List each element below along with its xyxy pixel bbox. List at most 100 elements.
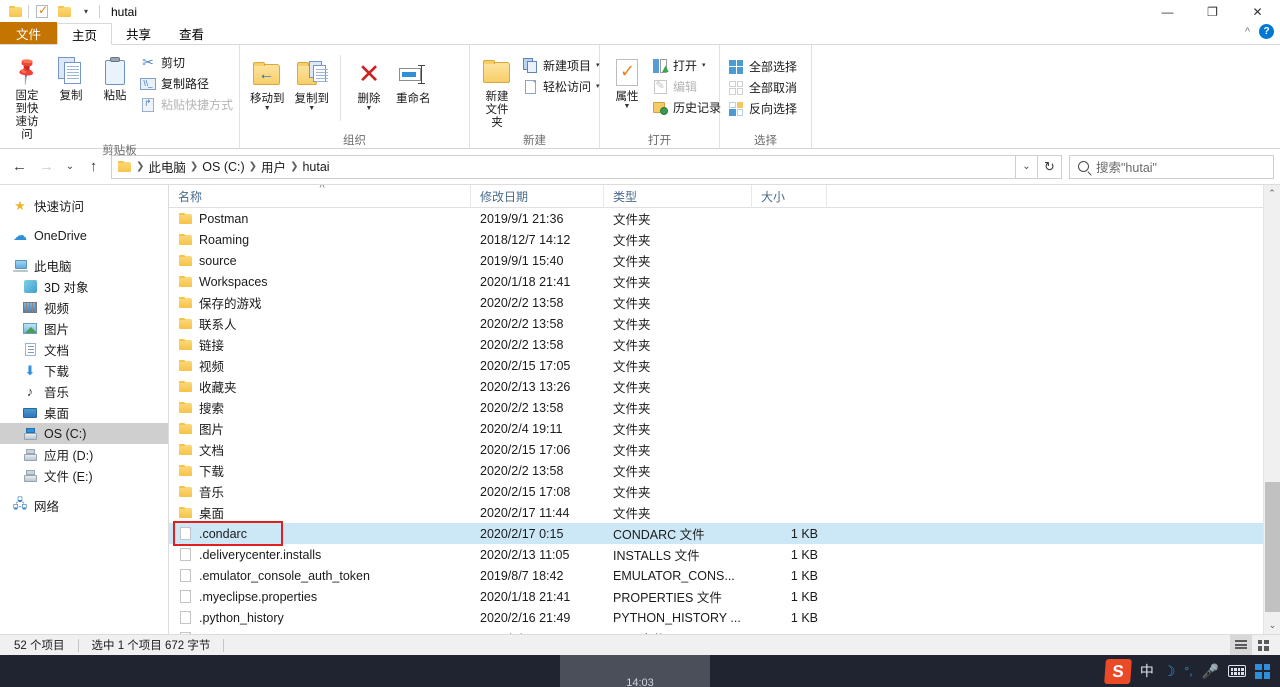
tab-home[interactable]: 主页 <box>57 23 113 45</box>
qat-customize-caret-icon[interactable]: ▾ <box>75 0 97 23</box>
paste-shortcut-button[interactable]: 粘贴快捷方式 <box>137 94 238 115</box>
restore-button[interactable]: ❐ <box>1190 0 1235 23</box>
table-row[interactable]: 桌面 2020/2/17 11:44 文件夹 <box>169 502 1280 523</box>
open-button[interactable]: ▲ 打开 ▾ <box>649 55 726 76</box>
sidebar-item-music[interactable]: ♪ 音乐 <box>0 381 168 402</box>
table-row[interactable]: NTUSER.DAT 2020/2/17 11:00DAT 文件12,800 KB <box>169 628 1280 634</box>
sidebar-item-3d-objects[interactable]: 3D 对象 <box>0 276 168 297</box>
address-dropdown-icon[interactable]: ⌄ <box>1016 154 1038 179</box>
table-row[interactable]: Postman 2019/9/1 21:36 文件夹 <box>169 208 1280 229</box>
sidebar-item-quick-access[interactable]: ★ 快速访问 <box>0 195 168 216</box>
move-to-caret-icon[interactable]: ▼ <box>264 105 271 112</box>
new-folder-button[interactable]: 新建 文件夹 <box>475 53 519 130</box>
search-box[interactable]: 搜索"hutai" <box>1069 154 1274 179</box>
minimize-button[interactable]: — <box>1145 0 1190 23</box>
copy-path-button[interactable]: \\_ 复制路径 <box>137 73 238 94</box>
ime-chinese-icon[interactable]: 中 <box>1140 661 1154 681</box>
breadcrumb[interactable]: ❯ 此电脑 ❯ OS (C:) ❯ 用户 ❯ hutai <box>111 154 1016 179</box>
table-row[interactable]: .condarc 2020/2/17 0:15 CONDARC 文件 1 KB <box>169 523 1280 544</box>
table-row[interactable]: 保存的游戏 2020/2/2 13:58 文件夹 <box>169 292 1280 313</box>
sidebar-item-onedrive[interactable]: ☁ OneDrive <box>0 225 168 246</box>
table-row[interactable]: .myeclipse.properties 2020/1/18 21:41 PROP… <box>169 586 1280 607</box>
table-row[interactable]: .python_history 2020/2/16 21:49 PYTHON_HIS… <box>169 607 1280 628</box>
vertical-scrollbar[interactable]: ⌃ ⌄ <box>1263 185 1280 634</box>
open-caret-icon[interactable]: ▾ <box>702 62 706 69</box>
pin-to-quick-access-button[interactable]: 📌 固定到快 速访问 <box>5 49 49 142</box>
move-to-button[interactable]: ← 移动到 ▼ <box>245 55 290 112</box>
collapse-ribbon-icon[interactable]: ^ <box>1245 26 1250 38</box>
delete-button[interactable]: ✕ 删除 ▼ <box>347 55 391 113</box>
sidebar-item-drive-os-c[interactable]: OS (C:) <box>0 423 168 444</box>
table-row[interactable]: 搜索 2020/2/2 13:58 文件夹 <box>169 397 1280 418</box>
table-row[interactable]: Roaming 2018/12/7 14:12 文件夹 <box>169 229 1280 250</box>
breadcrumb-item-this-pc[interactable]: 此电脑 <box>145 157 189 177</box>
details-view-button[interactable] <box>1230 634 1252 656</box>
column-header-date[interactable]: 修改日期 <box>471 185 604 208</box>
copy-to-caret-icon[interactable]: ▼ <box>308 105 315 112</box>
toolbox-icon[interactable] <box>1255 663 1270 679</box>
breadcrumb-item-users[interactable]: 用户 <box>258 157 289 177</box>
select-none-button[interactable]: 全部取消 <box>725 77 802 98</box>
refresh-icon[interactable]: ↻ <box>1038 154 1062 179</box>
easy-access-button[interactable]: 轻松访问 ▾ <box>519 76 605 97</box>
table-row[interactable]: 图片 2020/2/4 19:11 文件夹 <box>169 418 1280 439</box>
close-button[interactable]: ✕ <box>1235 0 1280 23</box>
column-header-type[interactable]: 类型 <box>604 185 752 208</box>
properties-button[interactable]: ✓ 属性 ▼ <box>605 53 649 110</box>
edit-button[interactable]: 编辑 <box>649 76 726 97</box>
copy-button[interactable]: 复制 <box>49 49 93 103</box>
tab-file[interactable]: 文件 <box>0 22 58 44</box>
select-all-button[interactable]: 全部选择 <box>725 56 802 77</box>
help-icon[interactable]: ? <box>1259 24 1274 39</box>
scroll-up-arrow-icon[interactable]: ⌃ <box>1264 185 1280 202</box>
sidebar-item-drive-e[interactable]: 文件 (E:) <box>0 465 168 486</box>
microphone-icon[interactable]: 🎤 <box>1202 663 1219 680</box>
new-item-caret-icon[interactable]: ▾ <box>596 62 600 69</box>
table-row[interactable]: 收藏夹 2020/2/13 13:26 文件夹 <box>169 376 1280 397</box>
table-row[interactable]: .deliverycenter.installs 2020/2/13 11:05 I… <box>169 544 1280 565</box>
table-row[interactable]: Workspaces 2020/1/18 21:41 文件夹 <box>169 271 1280 292</box>
easy-access-caret-icon[interactable]: ▾ <box>596 83 600 90</box>
table-row[interactable]: 联系人 2020/2/2 13:58 文件夹 <box>169 313 1280 334</box>
keyboard-icon[interactable] <box>1228 665 1246 677</box>
sogou-ime-icon[interactable]: S <box>1103 658 1132 684</box>
table-row[interactable]: source 2019/9/1 15:40 文件夹 <box>169 250 1280 271</box>
sidebar-item-pictures[interactable]: 图片 <box>0 318 168 339</box>
paste-button[interactable]: 粘贴 <box>93 49 137 103</box>
column-header-name[interactable]: 名称 <box>169 185 471 208</box>
sidebar-item-downloads[interactable]: ⬇ 下载 <box>0 360 168 381</box>
scroll-down-arrow-icon[interactable]: ⌄ <box>1264 617 1280 634</box>
table-row[interactable]: .emulator_console_auth_token 2019/8/7 18:… <box>169 565 1280 586</box>
invert-selection-button[interactable]: 反向选择 <box>725 98 802 119</box>
history-button[interactable]: 历史记录 <box>649 97 726 118</box>
table-row[interactable]: 链接 2020/2/2 13:58 文件夹 <box>169 334 1280 355</box>
sidebar-item-documents[interactable]: 文档 <box>0 339 168 360</box>
properties-caret-icon[interactable]: ▼ <box>624 103 631 110</box>
rename-button[interactable]: 重命名 <box>391 55 436 106</box>
sidebar-item-drive-d[interactable]: 应用 (D:) <box>0 444 168 465</box>
delete-caret-icon[interactable]: ▼ <box>366 105 373 112</box>
table-row[interactable]: 下载 2020/2/2 13:58 文件夹 <box>169 460 1280 481</box>
cut-button[interactable]: ✂ 剪切 <box>137 52 238 73</box>
scrollbar-thumb[interactable] <box>1265 482 1280 612</box>
large-icons-view-button[interactable] <box>1252 635 1274 656</box>
new-item-button[interactable]: 新建项目 ▾ <box>519 55 605 76</box>
breadcrumb-item-os-c[interactable]: OS (C:) <box>199 157 247 177</box>
tab-share[interactable]: 共享 <box>112 22 165 44</box>
breadcrumb-item-hutai[interactable]: hutai <box>299 157 332 177</box>
ime-punctuation-icon[interactable]: °, <box>1184 664 1192 678</box>
sidebar-item-videos[interactable]: 视频 <box>0 297 168 318</box>
sidebar-item-this-pc[interactable]: 此电脑 <box>0 255 168 276</box>
copy-to-button[interactable]: 复制到 ▼ <box>290 55 335 112</box>
table-row[interactable]: 文档 2020/2/15 17:06 文件夹 <box>169 439 1280 460</box>
qat-folder-icon[interactable] <box>4 0 26 23</box>
sidebar-item-network[interactable]: 🖧 网络 <box>0 495 168 516</box>
table-row[interactable]: 视频 2020/2/15 17:05 文件夹 <box>169 355 1280 376</box>
qat-properties-icon[interactable] <box>31 0 53 23</box>
column-header-size[interactable]: 大小 <box>752 185 827 208</box>
tab-view[interactable]: 查看 <box>165 22 218 44</box>
sidebar-item-desktop[interactable]: 桌面 <box>0 402 168 423</box>
table-row[interactable]: 音乐 2020/2/15 17:08 文件夹 <box>169 481 1280 502</box>
ime-moon-icon[interactable]: ☽ <box>1163 663 1176 680</box>
qat-new-folder-icon[interactable] <box>53 0 75 23</box>
